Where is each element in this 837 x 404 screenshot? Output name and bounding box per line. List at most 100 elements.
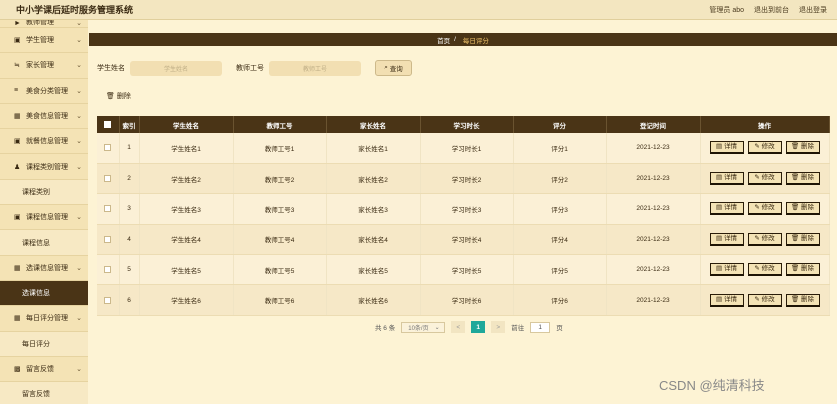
cell-teacher: 教师工号2 <box>233 163 327 195</box>
detail-button[interactable]: ▤ 详情 <box>709 263 744 277</box>
search-button[interactable]: ⌕ 查询 <box>375 60 412 76</box>
edit-button-label: 修改 <box>761 295 775 303</box>
edit-icon: ✎ <box>754 174 762 182</box>
edit-button[interactable]: ✎ 修改 <box>747 172 782 186</box>
logout-link[interactable]: 退出登录 <box>799 5 827 15</box>
sidebar-item-15[interactable]: 留言反馈 <box>0 382 88 404</box>
delete-button[interactable]: 🗑︎ 删除 <box>785 232 820 246</box>
cell-student: 学生姓名2 <box>139 163 234 195</box>
cell-score: 评分1 <box>513 133 607 164</box>
table-row: 5 学生姓名5 教师工号5 家长姓名5 学习时长5 评分5 2021-12-23 ▤ 详情 ✎ … <box>97 254 830 286</box>
chevron-down-icon: ⌄ <box>76 315 82 323</box>
watermark: CSDN @纯清科技 <box>659 378 765 393</box>
sidebar-item-13[interactable]: 每日评分 <box>0 331 88 357</box>
delete-button-label: 删除 <box>801 174 815 182</box>
cell-parent: 家长姓名5 <box>326 254 421 286</box>
menu-icon: ► <box>14 20 21 27</box>
cell-teacher: 教师工号5 <box>233 254 327 286</box>
chevron-down-icon: ⌄ <box>76 138 82 146</box>
sidebar-item-7[interactable]: 课程类别 <box>0 179 88 206</box>
row-select-cell <box>97 224 120 256</box>
score-table: 索引 学生姓名 教师工号 家长姓名 学习时长 评分 登记时间 操作 1 学生姓名1… <box>97 116 830 316</box>
menu-icon: ▣ <box>14 138 21 146</box>
goto-label: 前往 <box>511 325 525 332</box>
menu-icon: ≡ <box>14 87 19 95</box>
table-row: 1 学生姓名1 教师工号1 家长姓名1 学习时长1 评分1 2021-12-23 ▤ 详情 ✎ … <box>97 133 830 164</box>
trash-icon: 🗑︎ <box>790 234 802 242</box>
select-all-checkbox[interactable] <box>104 120 112 128</box>
sidebar-item-2[interactable]: ≒ 家长管理 ⌄ <box>0 53 88 79</box>
breadcrumb: 首页 / 每日评分 <box>89 33 837 46</box>
row-select-cell <box>97 163 120 195</box>
sidebar-item-5[interactable]: ▣ 就餐信息管理 ⌄ <box>0 129 88 155</box>
cell-score: 评分3 <box>513 193 607 225</box>
cell-parent: 家长姓名2 <box>326 163 421 195</box>
sidebar-item-11[interactable]: 选课信息 <box>0 280 88 307</box>
cell-parent: 家长姓名6 <box>326 284 421 316</box>
edit-button[interactable]: ✎ 修改 <box>747 141 782 155</box>
search-button-label: 查询 <box>389 66 403 73</box>
goto-page-input[interactable]: 1 <box>530 321 551 333</box>
delete-button-label: 删除 <box>801 204 815 212</box>
sidebar-item-label: 家长管理 <box>26 62 54 70</box>
next-page-button[interactable]: > <box>491 321 506 333</box>
detail-button[interactable]: ▤ 详情 <box>709 202 744 216</box>
sidebar-item-1[interactable]: ▣ 学生管理 ⌄ <box>0 28 88 54</box>
sidebar-item-12[interactable]: ▦ 每日评分管理 ⌄ <box>0 306 88 332</box>
row-checkbox[interactable] <box>104 205 112 213</box>
teacher-id-input[interactable]: 教师工号 <box>269 60 361 76</box>
edit-button-label: 修改 <box>761 234 775 242</box>
sidebar-item-label: 选课信息管理 <box>26 264 68 272</box>
cell-index: 4 <box>119 224 140 256</box>
sidebar-item-label: 留言反馈 <box>26 366 54 373</box>
student-name-input[interactable]: 学生姓名 <box>130 60 222 76</box>
chevron-down-icon: ⌄ <box>76 62 82 70</box>
delete-button[interactable]: 🗑︎ 删除 <box>785 263 820 277</box>
sidebar-item-label: 留言反馈 <box>22 391 50 399</box>
cell-index: 5 <box>119 254 140 286</box>
batch-delete-button[interactable]: 🗑︎ 删除 <box>106 91 131 101</box>
row-checkbox[interactable] <box>104 266 112 274</box>
row-checkbox[interactable] <box>104 144 112 152</box>
sidebar-item-label: 教师管理 <box>26 20 54 26</box>
breadcrumb-home[interactable]: 首页 <box>437 35 450 45</box>
edit-button[interactable]: ✎ 修改 <box>747 263 782 277</box>
to-frontend-link[interactable]: 退出到前台 <box>754 5 789 15</box>
sidebar-item-0[interactable]: ► 教师管理 ⌄ <box>0 20 88 28</box>
sidebar-item-8[interactable]: ▣ 课程信息管理 ⌄ <box>0 205 88 231</box>
delete-button[interactable]: 🗑︎ 删除 <box>785 293 820 307</box>
delete-button[interactable]: 🗑︎ 删除 <box>785 202 820 216</box>
sidebar-item-4[interactable]: ▦ 美食信息管理 ⌄ <box>0 104 88 130</box>
sidebar-item-3[interactable]: ≡ 美食分类管理 ⌄ <box>0 79 88 104</box>
row-checkbox[interactable] <box>104 174 112 182</box>
detail-button[interactable]: ▤ 详情 <box>709 232 744 246</box>
cell-duration: 学习时长4 <box>420 224 514 256</box>
menu-icon: ▦ <box>14 264 21 272</box>
sidebar-item-10[interactable]: ▦ 选课信息管理 ⌄ <box>0 256 88 281</box>
edit-button[interactable]: ✎ 修改 <box>747 293 782 307</box>
cell-teacher: 教师工号3 <box>233 193 327 225</box>
page-size-select[interactable]: 10条/页 ⌄ <box>401 321 446 333</box>
sidebar-item-9[interactable]: 课程信息 <box>0 230 88 256</box>
chevron-down-icon: ⌄ <box>76 214 82 222</box>
edit-button[interactable]: ✎ 修改 <box>747 232 782 246</box>
trash-icon: 🗑︎ <box>790 143 802 151</box>
row-checkbox[interactable] <box>104 235 112 243</box>
detail-button-label: 详情 <box>723 295 737 303</box>
detail-button[interactable]: ▤ 详情 <box>709 172 744 186</box>
menu-icon: ▩ <box>14 366 21 373</box>
cell-score: 评分5 <box>513 254 607 286</box>
detail-button[interactable]: ▤ 详情 <box>709 141 744 155</box>
sidebar-item-6[interactable]: ♟ 课程类别管理 ⌄ <box>0 154 88 180</box>
delete-button[interactable]: 🗑︎ 删除 <box>785 141 820 155</box>
page-number-current[interactable]: 1 <box>471 321 486 333</box>
detail-button-label: 详情 <box>723 234 737 242</box>
sidebar-item-label: 美食信息管理 <box>26 113 68 121</box>
sidebar-item-14[interactable]: ▩ 留言反馈 ⌄ <box>0 357 88 383</box>
prev-page-button[interactable]: < <box>451 321 466 333</box>
detail-button[interactable]: ▤ 详情 <box>709 293 744 307</box>
delete-button[interactable]: 🗑︎ 删除 <box>785 172 820 186</box>
row-checkbox[interactable] <box>104 296 112 304</box>
trash-icon: 🗑︎ <box>790 174 802 182</box>
edit-button[interactable]: ✎ 修改 <box>747 202 782 216</box>
